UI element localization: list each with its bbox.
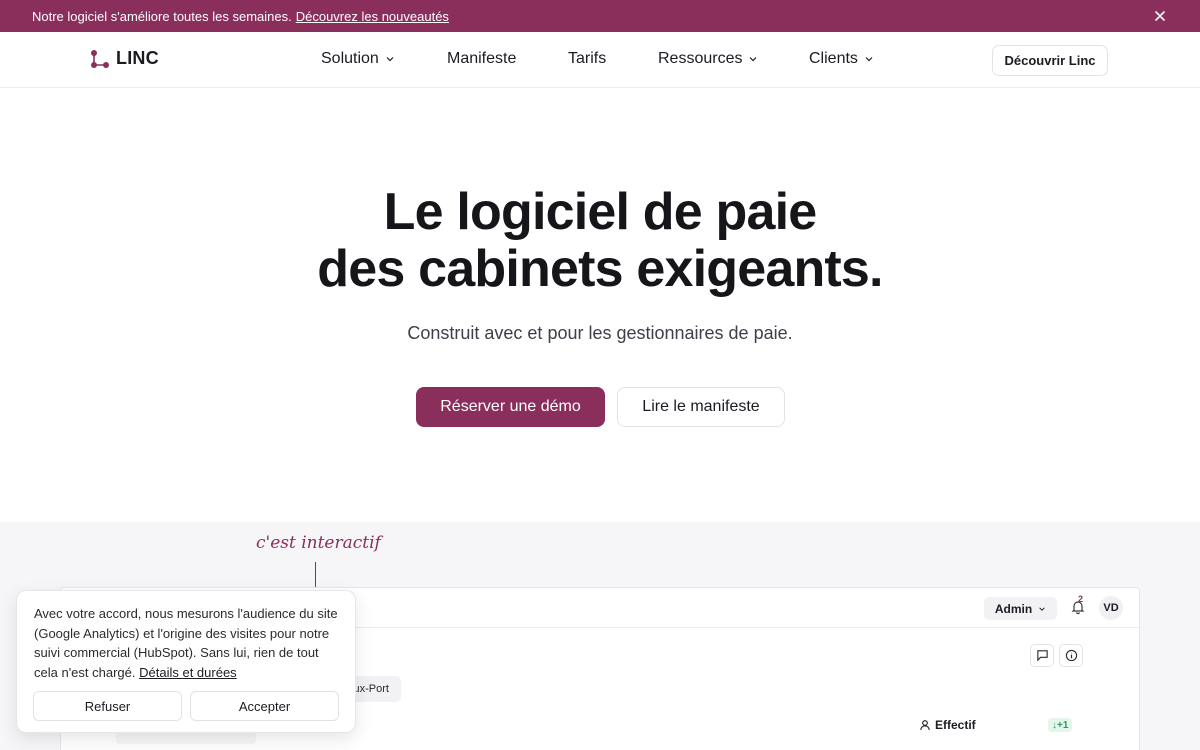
chevron-down-icon [386, 57, 394, 62]
role-select-value: Admin [994, 601, 1033, 616]
hero-title: Le logiciel de paie des cabinets exigean… [0, 184, 1200, 298]
info-icon [1065, 649, 1077, 662]
logo-text: LINC [116, 48, 159, 68]
cookie-message: Avec votre accord, nous mesurons l'audie… [34, 604, 346, 682]
nav-item-label: Tarifs [568, 50, 607, 67]
chevron-down-icon [865, 57, 873, 62]
nav-item-solution[interactable]: Solution [321, 50, 395, 68]
announcement-text: Notre logiciel s'améliore toutes les sem… [32, 8, 292, 24]
announcement-link[interactable]: Découvrez les nouveautés [296, 9, 449, 24]
effectif-label: Effectif [935, 718, 976, 732]
cookie-banner: Avec votre accord, nous mesurons l'audie… [16, 590, 356, 733]
effectif-delta-badge: ↓+1 [1048, 718, 1073, 732]
nav-item-ressources[interactable]: Ressources [658, 50, 758, 68]
interactive-annotation: c'est interactif [256, 533, 381, 553]
nav-item-tarifs[interactable]: Tarifs [568, 50, 606, 68]
nav-item-label: Solution [321, 50, 379, 67]
refuse-cookies-button[interactable]: Refuser [33, 691, 182, 721]
discover-linc-button[interactable]: Découvrir Linc [992, 45, 1108, 76]
close-icon[interactable] [1152, 8, 1168, 24]
user-icon [920, 720, 930, 731]
effectif-header: Effectif [919, 718, 976, 732]
logo-icon [91, 49, 109, 68]
nav-item-manifeste[interactable]: Manifeste [447, 50, 516, 68]
avatar[interactable]: VD [1099, 596, 1123, 620]
chevron-down-icon [1039, 606, 1045, 611]
role-select[interactable]: Admin [984, 597, 1057, 620]
announcement-bar: Notre logiciel s'améliore toutes les sem… [0, 0, 1200, 32]
notification-count: 2 [1078, 594, 1084, 604]
nav-item-label: Clients [809, 50, 858, 67]
read-manifesto-button[interactable]: Lire le manifeste [617, 387, 785, 427]
nav-item-label: Ressources [658, 50, 743, 67]
cookie-details-link[interactable]: Détails et durées [139, 665, 237, 680]
logo[interactable]: LINC [90, 48, 159, 69]
comment-icon [1036, 650, 1048, 662]
info-button[interactable] [1059, 644, 1083, 667]
top-navigation: LINC Solution Manifeste Tarifs Ressource… [0, 32, 1200, 88]
accept-cookies-button[interactable]: Accepter [190, 691, 339, 721]
book-demo-button[interactable]: Réserver une démo [416, 387, 605, 427]
nav-item-label: Manifeste [447, 50, 517, 67]
comment-button[interactable] [1030, 644, 1054, 667]
hero-title-line-1: Le logiciel de paie [383, 183, 818, 241]
nav-item-clients[interactable]: Clients [809, 50, 874, 68]
chevron-down-icon [750, 57, 757, 62]
hero-title-line-2: des cabinets exigeants. [317, 240, 883, 298]
hero-subtitle: Construit avec et pour les gestionnaires… [407, 323, 793, 343]
